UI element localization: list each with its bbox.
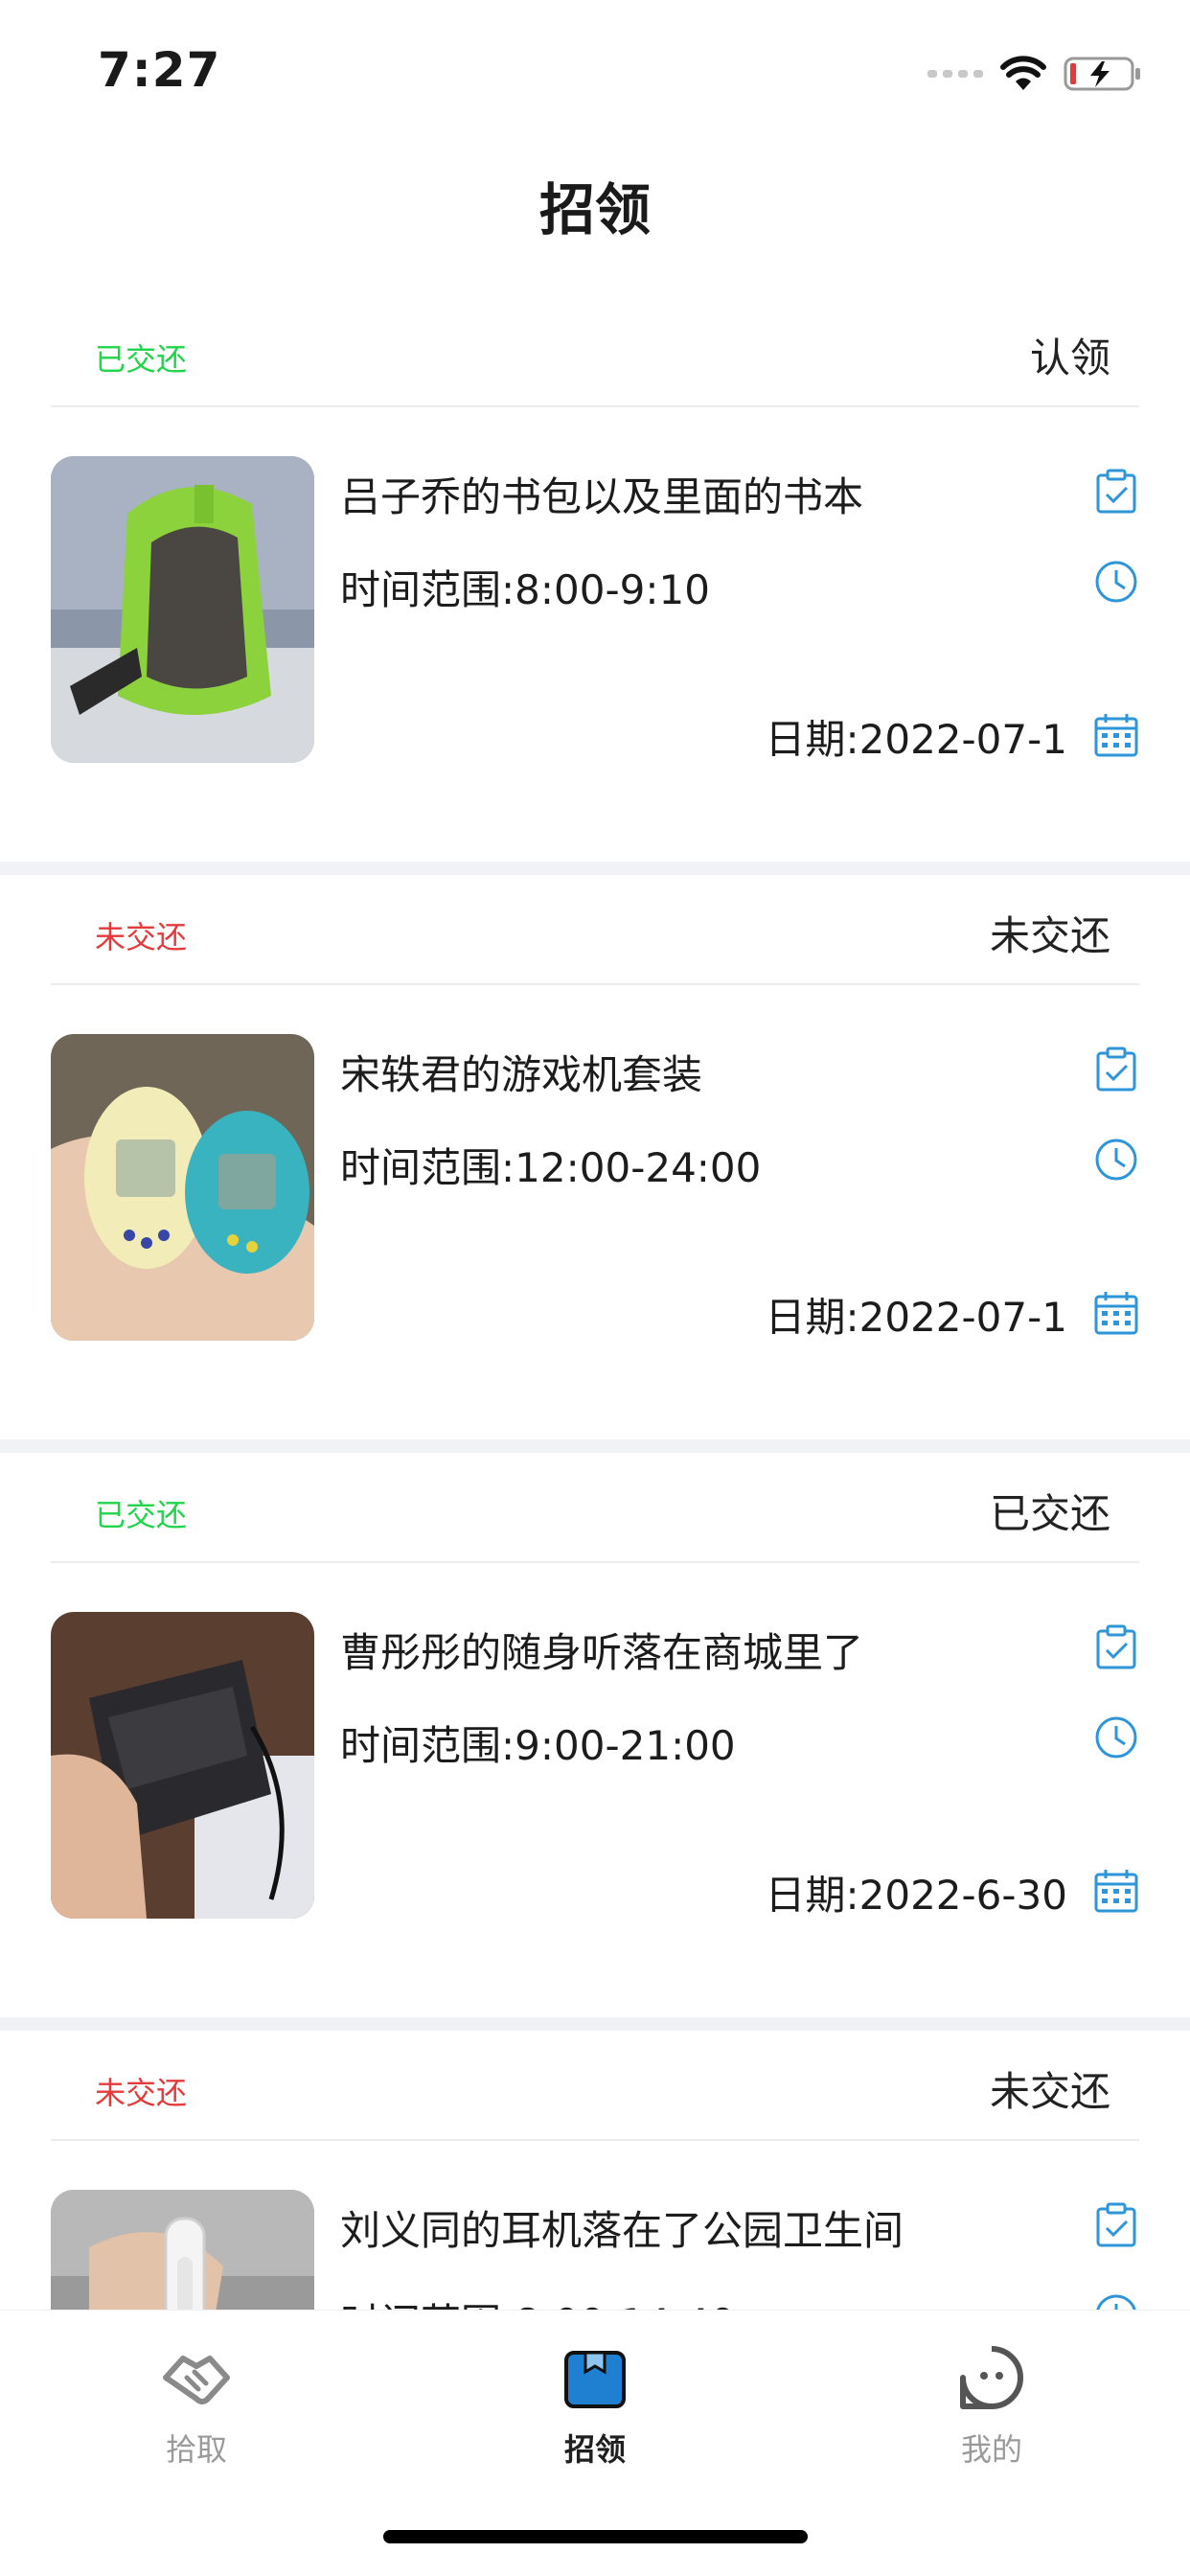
item-photo <box>51 1034 314 1341</box>
wifi-icon <box>1000 56 1046 90</box>
list-item[interactable]: 未交还 未交还 宋轶君的游戏机套装 时间范围:12:00-24:00 日期:20… <box>0 875 1190 1439</box>
status-badge: 未交还 <box>95 919 188 955</box>
item-date: 日期:2022-07-1 <box>765 1294 1067 1341</box>
item-title: 曹彤彤的随身听落在商城里了 <box>340 1629 864 1676</box>
status-bar: 7:27 <box>0 0 1190 144</box>
item-photo <box>51 456 314 763</box>
status-label[interactable]: 未交还 <box>990 2059 1110 2118</box>
battery-charging-icon <box>1064 57 1140 91</box>
card-header: 已交还 已交还 <box>51 1453 1139 1563</box>
face-icon <box>960 2346 1023 2409</box>
clock-icon <box>1095 561 1137 603</box>
item-date: 日期:2022-6-30 <box>765 1872 1067 1919</box>
tab-mine[interactable]: 我的 <box>896 2339 1087 2470</box>
tab-claim[interactable]: 招领 <box>499 2339 691 2470</box>
tab-label: 招领 <box>563 2431 626 2468</box>
calendar-icon <box>1094 1292 1138 1335</box>
clock-icon <box>1096 2294 1136 2310</box>
item-time-range: 时间范围:8:00-14:40 <box>340 2291 736 2310</box>
clipboard-check-icon <box>1096 2202 1136 2247</box>
status-badge: 已交还 <box>95 1497 188 1533</box>
list-item[interactable]: 未交还 未交还 刘义同的耳机落在了公园卫生间 时间范围:8:00-14:40 <box>0 2031 1190 2310</box>
status-label[interactable]: 已交还 <box>990 1482 1110 1540</box>
status-time: 7:27 <box>98 42 221 98</box>
item-photo <box>51 2190 314 2310</box>
list-item[interactable]: 已交还 认领 吕子乔的书包以及里面的书本 时间范围:8:00-9:10 日期:2… <box>0 297 1190 862</box>
calendar-icon <box>1094 714 1138 757</box>
clock-icon <box>1095 1138 1137 1181</box>
box-icon <box>564 2351 626 2408</box>
card-header: 未交还 未交还 <box>51 875 1139 985</box>
item-title: 刘义同的耳机落在了公园卫生间 <box>340 2207 904 2254</box>
status-label[interactable]: 未交还 <box>990 904 1110 962</box>
item-title: 宋轶君的游戏机套装 <box>340 1051 703 1098</box>
tab-label: 我的 <box>960 2431 1022 2468</box>
cellular-signal-icon <box>927 70 983 78</box>
clipboard-check-icon <box>1096 469 1136 514</box>
page-title: 招领 <box>538 177 651 242</box>
item-time-range: 时间范围:12:00-24:00 <box>340 1144 762 1191</box>
handshake-icon <box>163 2356 230 2404</box>
item-date: 日期:2022-07-1 <box>765 716 1067 763</box>
status-badge: 已交还 <box>95 341 188 378</box>
clipboard-check-icon <box>1096 1046 1136 1092</box>
card-header: 已交还 认领 <box>51 297 1139 407</box>
card-header: 未交还 未交还 <box>51 2031 1139 2141</box>
tab-label: 拾取 <box>165 2431 227 2468</box>
claim-button[interactable]: 认领 <box>1030 326 1110 384</box>
item-time-range: 时间范围:8:00-9:10 <box>340 566 710 613</box>
item-time-range: 时间范围:9:00-21:00 <box>340 1722 736 1769</box>
clipboard-check-icon <box>1096 1624 1136 1669</box>
calendar-icon <box>1094 1870 1138 1913</box>
claim-list[interactable]: 已交还 认领 吕子乔的书包以及里面的书本 时间范围:8:00-9:10 日期:2… <box>0 297 1190 2310</box>
item-photo <box>51 1612 314 1919</box>
status-icons <box>927 50 1142 98</box>
list-item[interactable]: 已交还 已交还 曹彤彤的随身听落在商城里了 时间范围:9:00-21:00 日期… <box>0 1453 1190 2017</box>
clock-icon <box>1095 1716 1137 1759</box>
item-title: 吕子乔的书包以及里面的书本 <box>340 473 864 520</box>
tab-pickup[interactable]: 拾取 <box>101 2339 292 2470</box>
status-badge: 未交还 <box>95 2075 188 2111</box>
home-indicator[interactable] <box>383 2530 808 2543</box>
